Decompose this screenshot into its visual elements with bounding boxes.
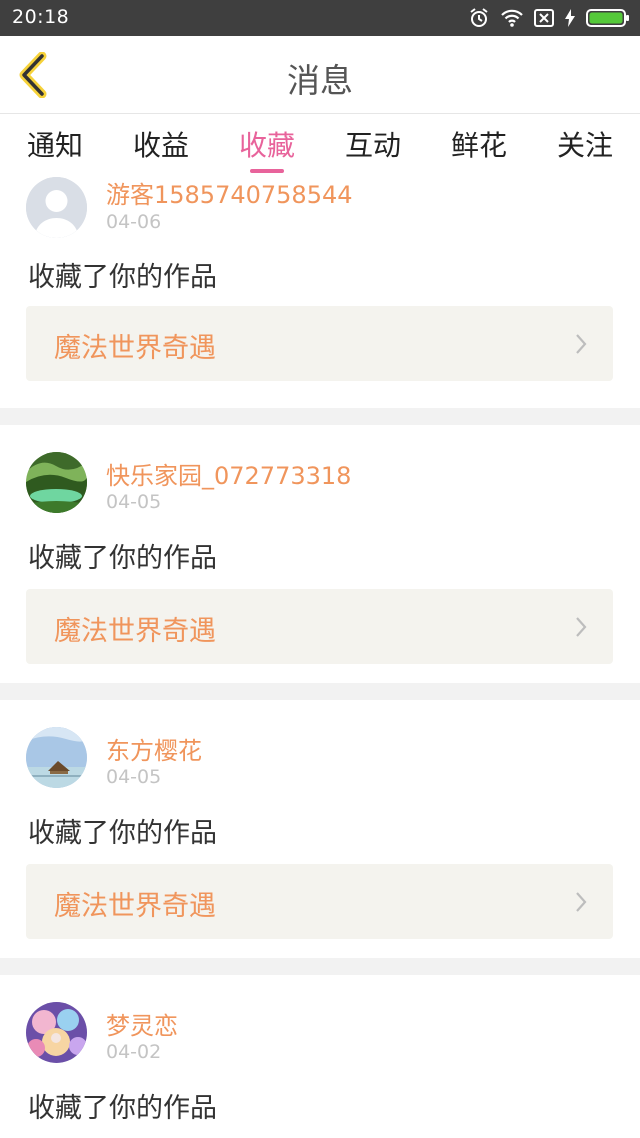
tab-earnings[interactable]: 收益 — [108, 124, 214, 164]
chevron-right-icon — [576, 617, 587, 637]
message-card: 东方樱花 04-05 收藏了你的作品 魔法世界奇遇 — [0, 700, 640, 958]
tab-interactions[interactable]: 互动 — [320, 124, 426, 164]
beach-hut-avatar[interactable] — [26, 727, 87, 788]
message-card: 游客1585740758544 04-06 收藏了你的作品 魔法世界奇遇 — [0, 174, 640, 408]
landscape-avatar[interactable] — [26, 452, 87, 513]
sim-no-signal-icon — [534, 9, 554, 27]
message-text: 收藏了你的作品 — [28, 1093, 217, 1124]
tab-favorites[interactable]: 收藏 — [214, 124, 320, 164]
app-bar: 消息 — [0, 36, 640, 114]
alarm-icon — [468, 7, 490, 29]
work-title: 魔法世界奇遇 — [54, 891, 216, 922]
message-card: 快乐家园_072773318 04-05 收藏了你的作品 魔法世界奇遇 — [0, 425, 640, 683]
message-date: 04-02 — [106, 1041, 162, 1063]
work-link[interactable]: 魔法世界奇遇 — [26, 864, 613, 939]
work-title: 魔法世界奇遇 — [54, 616, 216, 647]
active-tab-indicator — [250, 169, 284, 173]
tab-flowers[interactable]: 鲜花 — [426, 124, 532, 164]
username[interactable]: 梦灵恋 — [106, 1006, 178, 1041]
page-title: 消息 — [287, 61, 353, 100]
tab-notifications[interactable]: 通知 — [2, 124, 108, 164]
status-icons — [468, 7, 630, 29]
username[interactable]: 东方樱花 — [106, 731, 202, 766]
status-time: 20:18 — [12, 6, 70, 28]
chevron-right-icon — [576, 334, 587, 354]
message-text: 收藏了你的作品 — [28, 543, 217, 574]
work-link[interactable]: 魔法世界奇遇 — [26, 589, 613, 664]
work-link[interactable]: 魔法世界奇遇 — [26, 306, 613, 381]
message-card: 梦灵恋 04-02 收藏了你的作品 — [0, 975, 640, 1138]
message-date: 04-05 — [106, 491, 162, 513]
message-text: 收藏了你的作品 — [28, 818, 217, 849]
chevron-right-icon — [576, 892, 587, 912]
work-title: 魔法世界奇遇 — [54, 333, 216, 364]
message-text: 收藏了你的作品 — [28, 262, 217, 293]
tab-bar: 通知 收益 收藏 互动 鲜花 关注 — [0, 114, 640, 174]
battery-icon — [586, 8, 630, 28]
charging-icon — [564, 8, 576, 28]
username[interactable]: 快乐家园_072773318 — [106, 456, 351, 491]
message-date: 04-06 — [106, 211, 162, 233]
username[interactable]: 游客1585740758544 — [106, 175, 353, 210]
wifi-icon — [500, 8, 524, 28]
tab-follows[interactable]: 关注 — [532, 124, 638, 164]
message-date: 04-05 — [106, 766, 162, 788]
anime-avatar[interactable] — [26, 1002, 87, 1063]
message-list[interactable]: 游客1585740758544 04-06 收藏了你的作品 魔法世界奇遇 快乐家… — [0, 174, 640, 1138]
status-bar: 20:18 — [0, 0, 640, 36]
default-avatar[interactable] — [26, 177, 87, 238]
